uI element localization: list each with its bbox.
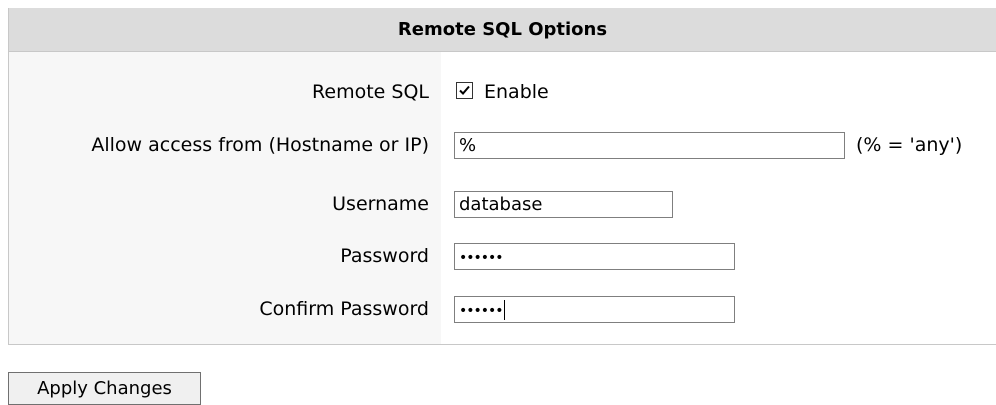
enable-label: Enable bbox=[484, 81, 549, 103]
confirm-password-input[interactable]: •••••• bbox=[454, 296, 735, 323]
username-input[interactable]: database bbox=[454, 191, 673, 218]
allow-access-label: Allow access from (Hostname or IP) bbox=[91, 134, 429, 156]
confirm-password-row: Confirm Password •••••• bbox=[9, 289, 996, 329]
panel-title: Remote SQL Options bbox=[9, 8, 996, 52]
username-row: Username database bbox=[9, 184, 996, 224]
allow-access-value: % bbox=[459, 135, 477, 156]
confirm-password-value: •••••• bbox=[459, 303, 504, 319]
allow-access-row: Allow access from (Hostname or IP) % (% … bbox=[9, 125, 996, 165]
remote-sql-options-panel: Remote SQL Options Remote SQL Enable All… bbox=[8, 8, 996, 345]
text-cursor bbox=[503, 300, 505, 320]
apply-changes-button[interactable]: Apply Changes bbox=[8, 372, 201, 405]
allow-access-hint: (% = 'any') bbox=[856, 134, 963, 156]
checkmark-icon bbox=[459, 85, 470, 95]
enable-remote-sql-checkbox[interactable] bbox=[456, 82, 473, 99]
confirm-password-label: Confirm Password bbox=[259, 298, 429, 320]
remote-sql-label: Remote SQL bbox=[312, 81, 429, 103]
password-input[interactable]: •••••• bbox=[454, 243, 735, 270]
username-value: database bbox=[459, 194, 543, 215]
password-value: •••••• bbox=[459, 250, 504, 266]
allow-access-input[interactable]: % bbox=[454, 132, 845, 159]
password-label: Password bbox=[340, 245, 429, 267]
password-row: Password •••••• bbox=[9, 236, 996, 276]
remote-sql-row: Remote SQL Enable bbox=[9, 72, 996, 112]
username-label: Username bbox=[332, 193, 429, 215]
